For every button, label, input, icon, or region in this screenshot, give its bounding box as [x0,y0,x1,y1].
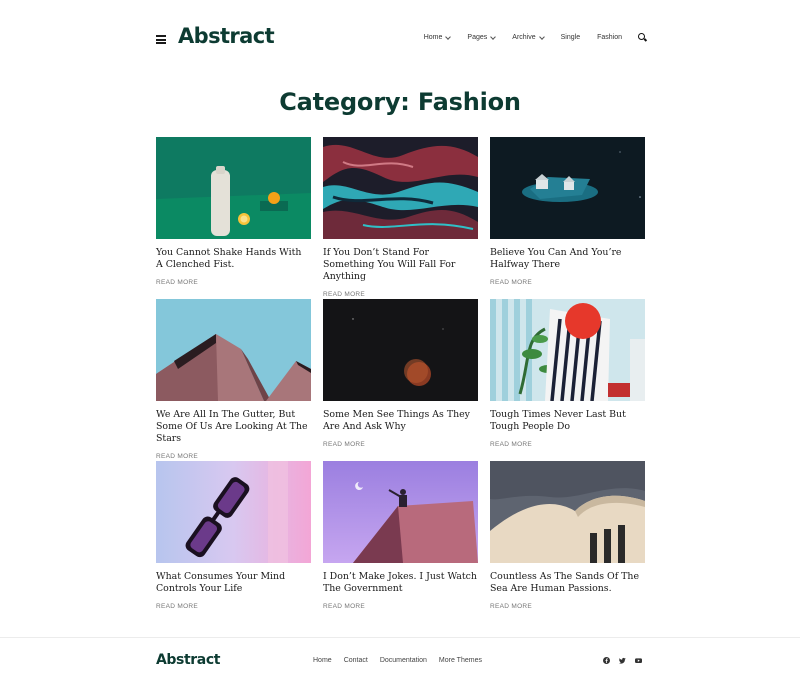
moon-dark-sky-image[interactable] [323,299,478,401]
sunglasses-gradient-image[interactable] [156,461,311,563]
chevron-down-icon [490,33,497,40]
abstract-marble-image[interactable] [323,137,478,239]
nav-item-home[interactable]: Home [424,33,452,41]
footer-logo[interactable]: Abstract [156,652,220,668]
post-title[interactable]: Tough Times Never Last But Tough People … [490,409,645,433]
post-title[interactable]: You Cannot Shake Hands With A Clenched F… [156,247,311,271]
read-more-link[interactable]: READ MORE [490,279,532,286]
read-more-link[interactable]: READ MORE [490,441,532,448]
night-house-island-image[interactable] [490,137,645,239]
chevron-down-icon [445,33,452,40]
post-title[interactable]: What Consumes Your Mind Controls Your Li… [156,571,311,595]
footer-link-home[interactable]: Home [313,657,332,664]
main-nav: Home Pages Archive Single Fashion [424,33,647,42]
pink-building-sky-image[interactable] [156,299,311,401]
post-card: What Consumes Your Mind Controls Your Li… [156,461,311,613]
striped-dress-plant-image[interactable] [490,299,645,401]
footer-link-more-themes[interactable]: More Themes [439,657,482,664]
post-card: Believe You Can And You’re Halfway There… [490,137,645,289]
nav-item-archive[interactable]: Archive [512,33,545,41]
twitter-icon[interactable] [619,657,626,664]
footer-link-documentation[interactable]: Documentation [380,657,427,664]
footer-nav: Home Contact Documentation More Themes [313,657,494,664]
read-more-link[interactable]: READ MORE [323,291,365,298]
post-title[interactable]: We Are All In The Gutter, But Some Of Us… [156,409,311,445]
post-title[interactable]: Some Men See Things As They Are And Ask … [323,409,478,433]
post-card: We Are All In The Gutter, But Some Of Us… [156,299,311,463]
read-more-link[interactable]: READ MORE [156,453,198,460]
facebook-icon[interactable] [603,657,610,664]
footer-divider [0,637,800,638]
nav-item-pages[interactable]: Pages [467,33,497,41]
read-more-link[interactable]: READ MORE [323,603,365,610]
teal-bottle-lemon-image[interactable] [156,137,311,239]
read-more-link[interactable]: READ MORE [490,603,532,610]
post-card: You Cannot Shake Hands With A Clenched F… [156,137,311,289]
post-card: If You Don’t Stand For Something You Wil… [323,137,478,301]
post-card: Some Men See Things As They Are And Ask … [323,299,478,451]
site-header: Abstract Home Pages Archive Single Fashi… [0,0,800,76]
post-card: Tough Times Never Last But Tough People … [490,299,645,451]
menu-icon[interactable] [156,35,166,44]
page-title: Category: Fashion [279,88,521,116]
social-links [594,657,642,664]
nav-item-single[interactable]: Single [561,34,580,41]
post-card: I Don’t Make Jokes. I Just Watch The Gov… [323,461,478,613]
read-more-link[interactable]: READ MORE [156,279,198,286]
chevron-down-icon [538,33,545,40]
search-icon[interactable] [638,33,647,42]
post-title[interactable]: Believe You Can And You’re Halfway There [490,247,645,271]
footer-link-contact[interactable]: Contact [344,657,368,664]
post-card: Countless As The Sands Of The Sea Are Hu… [490,461,645,613]
person-rooftop-purple-image[interactable] [323,461,478,563]
nav-item-fashion[interactable]: Fashion [597,34,622,41]
post-title[interactable]: If You Don’t Stand For Something You Wil… [323,247,478,283]
post-title[interactable]: Countless As The Sands Of The Sea Are Hu… [490,571,645,595]
site-logo[interactable]: Abstract [178,24,275,48]
read-more-link[interactable]: READ MORE [323,441,365,448]
post-title[interactable]: I Don’t Make Jokes. I Just Watch The Gov… [323,571,478,595]
curved-building-image[interactable] [490,461,645,563]
read-more-link[interactable]: READ MORE [156,603,198,610]
youtube-icon[interactable] [635,657,642,664]
